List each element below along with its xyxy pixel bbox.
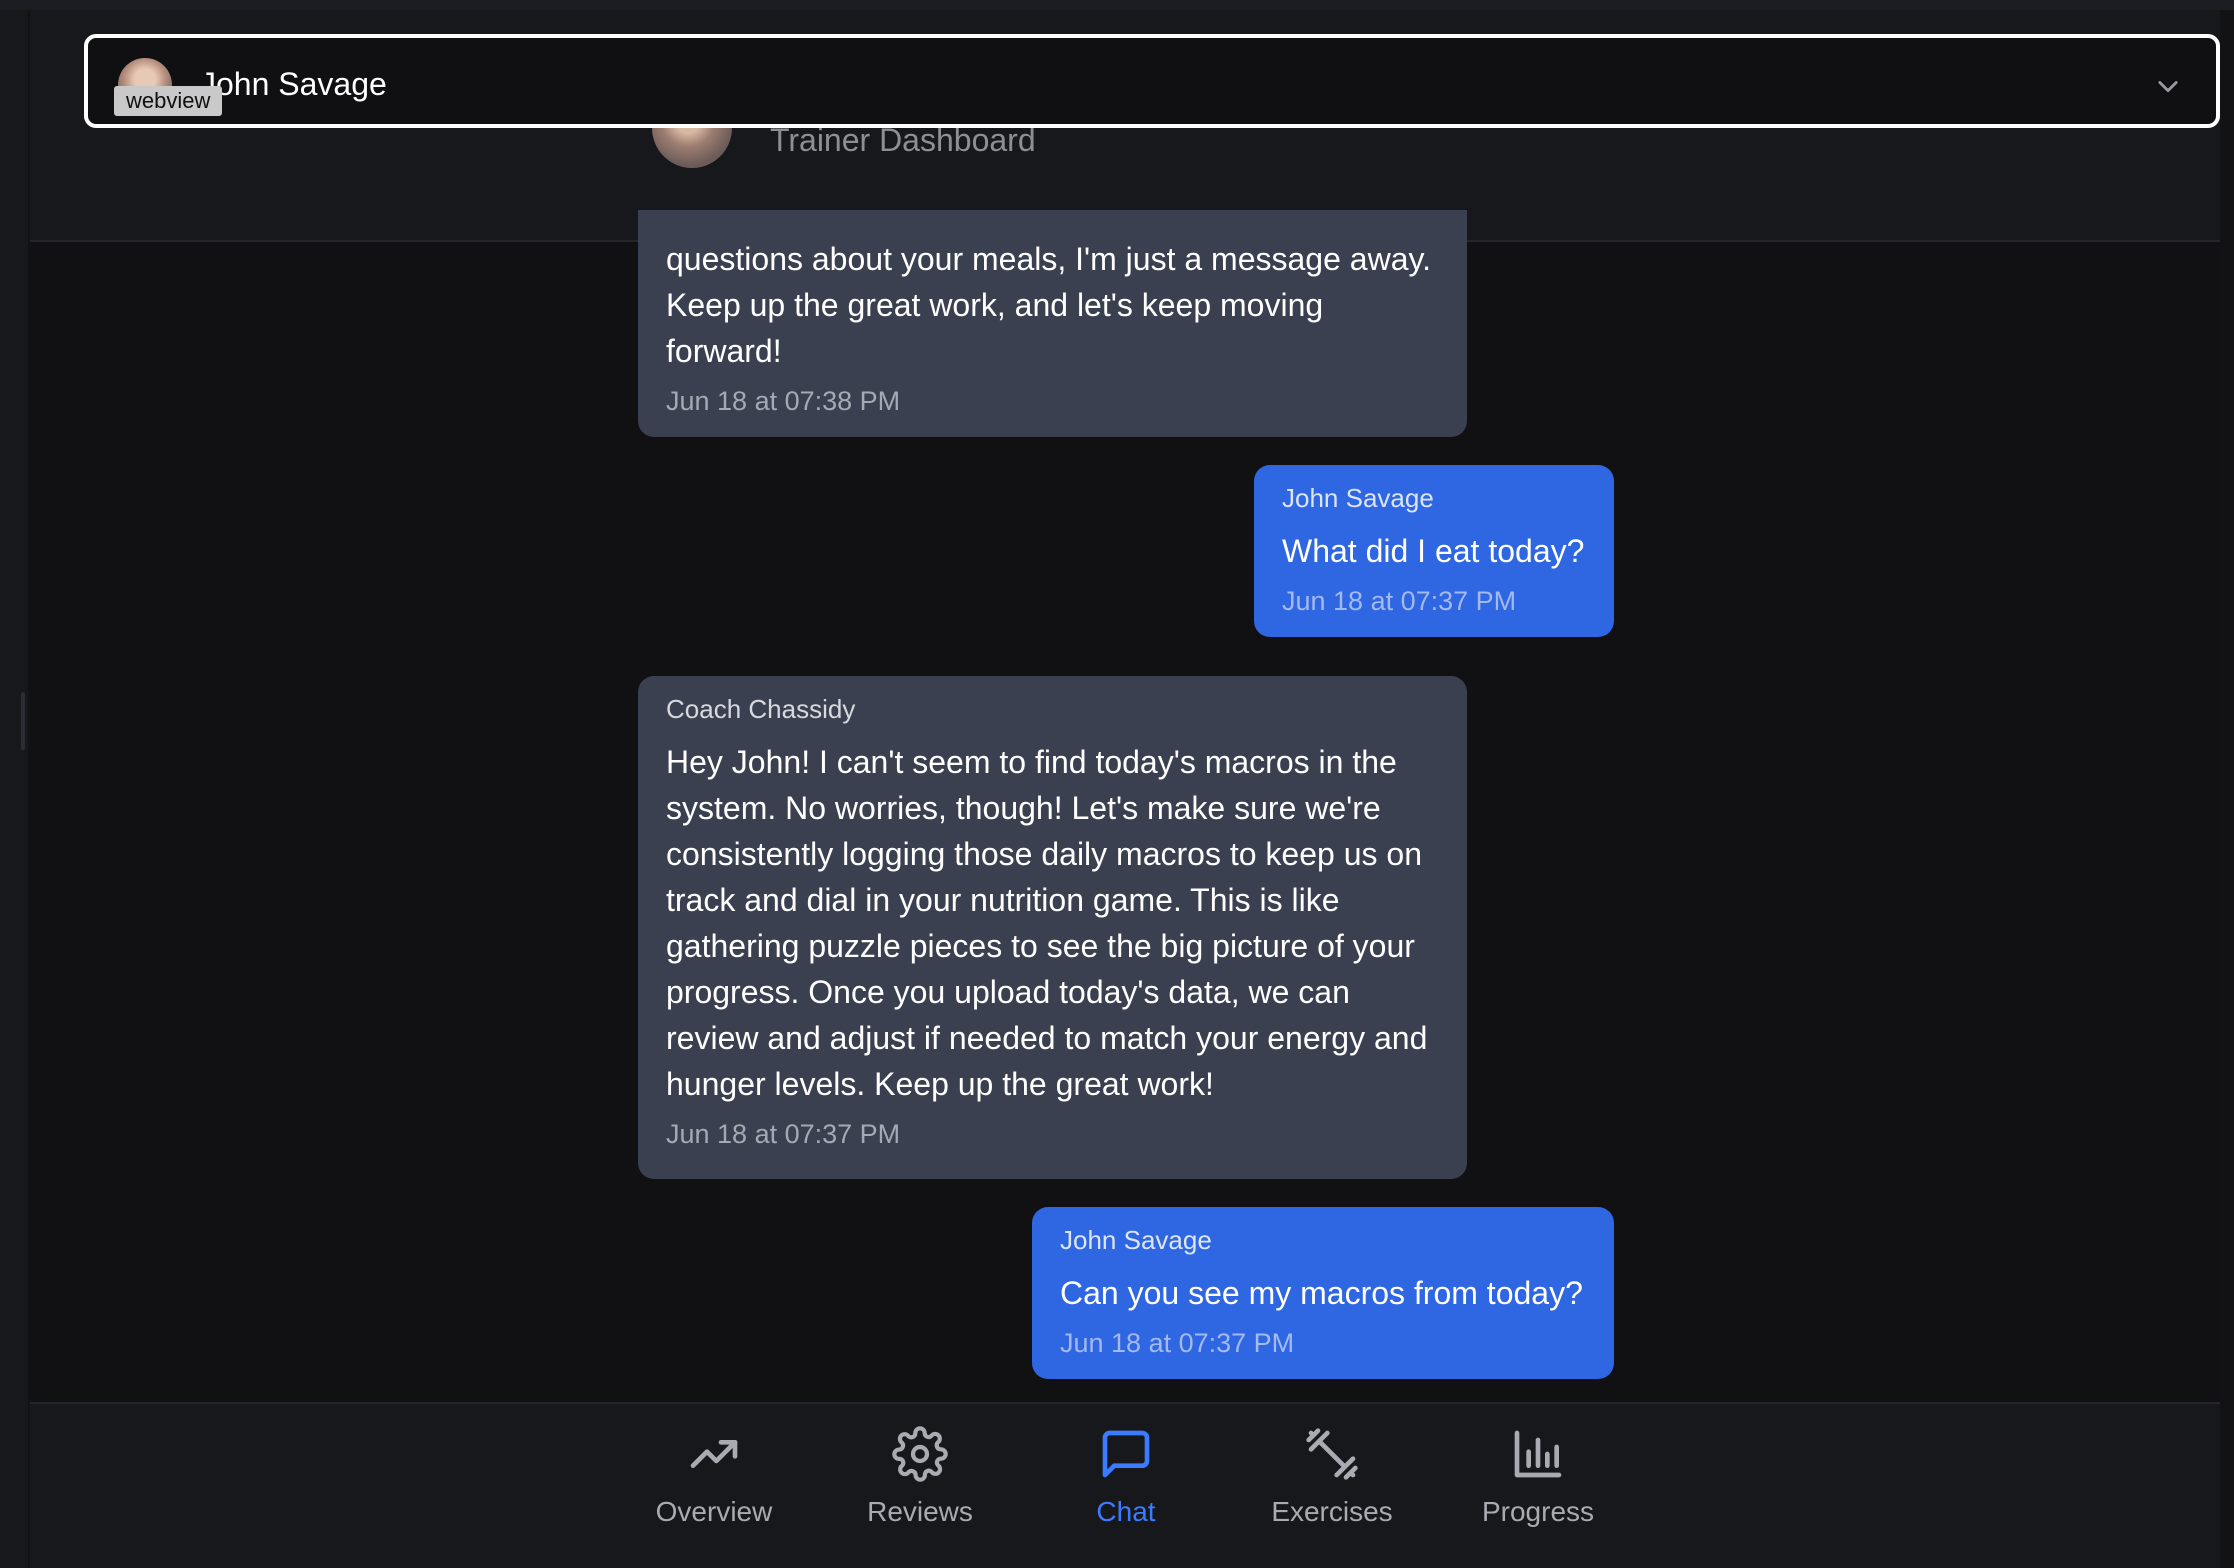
message-time: Jun 18 at 07:37 PM — [666, 1119, 901, 1149]
nav-label: Overview — [655, 1496, 773, 1527]
message-time: Jun 18 at 07:37 PM — [1060, 1328, 1295, 1358]
nav-label: Reviews — [867, 1496, 973, 1527]
user-selector-dropdown[interactable]: John Savage — [84, 34, 2220, 128]
nav-label: Progress — [1481, 1496, 1595, 1527]
chat-bubble-icon — [1102, 1430, 1150, 1478]
message-text: Can you see my macros from today? — [1060, 1275, 1583, 1311]
nav-item-progress[interactable]: Progress — [1458, 1426, 1618, 1528]
message-sender: John Savage — [1060, 1225, 1212, 1255]
app-container: Trainer Dashboard John Savage webview qu… — [30, 10, 2220, 1568]
webview-badge: webview — [114, 86, 223, 116]
nav-item-chat[interactable]: Chat — [1046, 1426, 1206, 1528]
dumbbell-icon — [1306, 1428, 1358, 1480]
chat-message-coach: Coach Chassidy Hey John! I can't seem to… — [638, 676, 1467, 1179]
chat-message-user: John Savage What did I eat today? Jun 18… — [1254, 465, 1614, 637]
nav-item-exercises[interactable]: Exercises — [1252, 1426, 1412, 1528]
message-text: Hey John! I can't seem to find today's m… — [666, 744, 1428, 1102]
bar-chart-icon — [1514, 1430, 1562, 1478]
chevron-down-icon — [2158, 81, 2178, 93]
gear-icon — [892, 1426, 948, 1482]
chat-message-coach: questions about your meals, I'm just a m… — [638, 210, 1467, 437]
top-strip — [0, 0, 2234, 10]
message-sender: Coach Chassidy — [666, 694, 856, 724]
nav-item-reviews[interactable]: Reviews — [840, 1426, 1000, 1528]
chat-message-user: John Savage Can you see my macros from t… — [1032, 1207, 1614, 1379]
bottom-nav: Overview Reviews Chat Exercises Progress — [30, 1402, 2220, 1568]
nav-label: Chat — [1096, 1496, 1156, 1527]
message-time: Jun 18 at 07:37 PM — [1282, 586, 1517, 616]
trending-up-icon — [690, 1440, 738, 1468]
window-left-edge — [0, 0, 28, 1568]
nav-item-overview[interactable]: Overview — [634, 1426, 794, 1528]
selected-user-name: John Savage — [200, 66, 387, 102]
nav-label: Exercises — [1271, 1496, 1393, 1527]
message-text: questions about your meals, I'm just a m… — [666, 241, 1431, 369]
message-sender: John Savage — [1282, 483, 1434, 513]
resize-handle[interactable] — [21, 692, 25, 750]
message-text: What did I eat today? — [1282, 533, 1585, 569]
message-time: Jun 18 at 07:38 PM — [666, 386, 901, 416]
